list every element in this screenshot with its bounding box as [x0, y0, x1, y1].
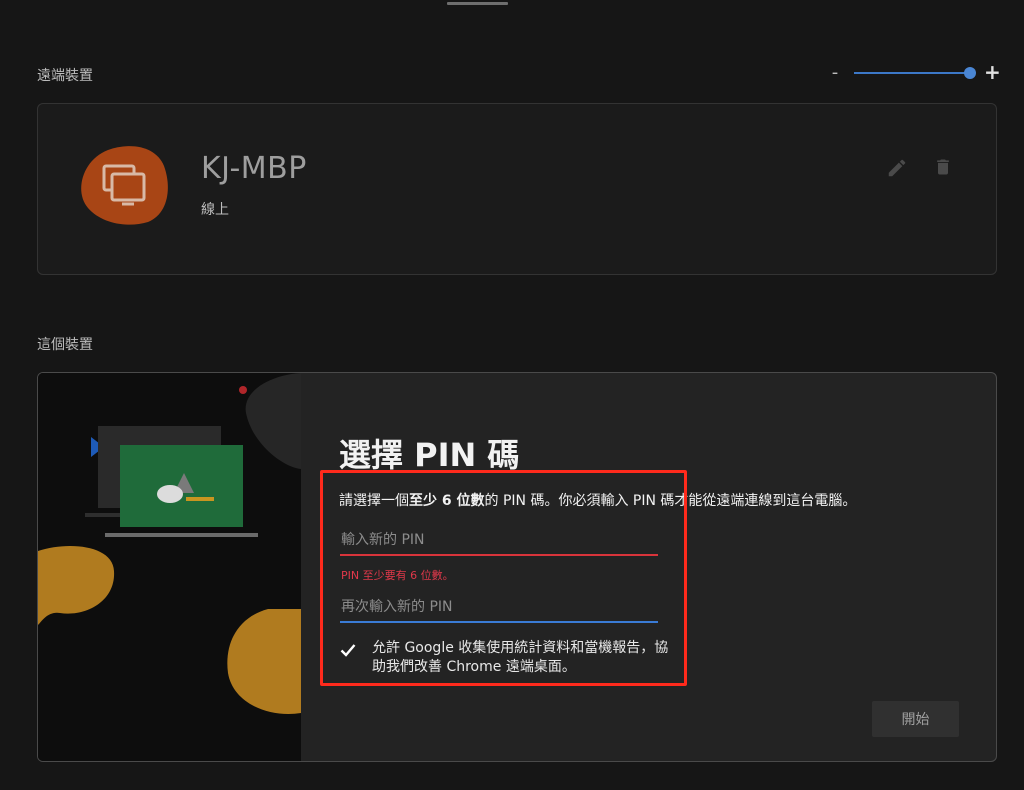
edit-icon[interactable] [886, 157, 908, 179]
pin-description: 請選擇一個至少 6 位數的 PIN 碼。你必須輸入 PIN 碼才能從遠端連線到這… [339, 490, 856, 510]
pin-desc-suffix: 的 PIN 碼。你必須輸入 PIN 碼才能從遠端連線到這台電腦。 [484, 493, 857, 509]
remote-device-card[interactable]: KJ-MBP 線上 [37, 103, 997, 275]
pin-error-message: PIN 至少要有 6 位數。 [341, 569, 454, 582]
monitor-icon [81, 146, 168, 225]
zoom-slider-thumb[interactable] [964, 67, 976, 79]
top-drag-handle[interactable] [447, 2, 508, 5]
pin-dialog-title: 選擇 PIN 碼 [339, 436, 520, 474]
new-pin-input[interactable] [340, 526, 658, 556]
setup-illustration [38, 373, 301, 761]
this-device-title: 這個裝置 [37, 337, 93, 353]
zoom-in-button[interactable]: + [984, 60, 1001, 84]
device-name: KJ-MBP [201, 151, 307, 186]
device-status: 線上 [201, 202, 229, 218]
remote-devices-title: 遠端裝置 [37, 68, 93, 84]
consent-label: 允許 Google 收集使用統計資料和當機報告，協助我們改善 Chrome 遠端… [372, 640, 669, 675]
pin-desc-prefix: 請選擇一個 [339, 493, 409, 509]
start-button[interactable]: 開始 [872, 701, 959, 737]
zoom-slider-track[interactable] [854, 72, 970, 74]
pin-desc-bold: 至少 6 位數 [409, 493, 485, 509]
this-device-card: 選擇 PIN 碼 請選擇一個至少 6 位數的 PIN 碼。你必須輸入 PIN 碼… [37, 372, 997, 762]
zoom-out-button[interactable]: - [829, 62, 841, 83]
consent-checkbox[interactable] [339, 641, 357, 659]
delete-icon[interactable] [933, 156, 953, 178]
confirm-pin-input[interactable] [340, 593, 658, 623]
